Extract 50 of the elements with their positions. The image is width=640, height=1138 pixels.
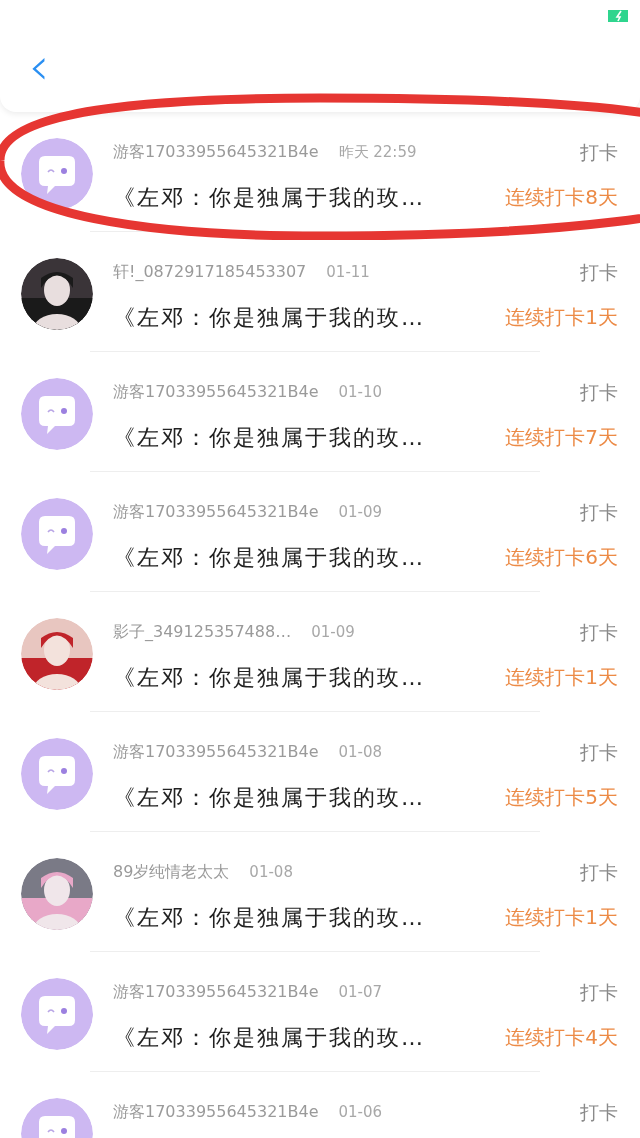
back-button[interactable]: ‹ <box>24 40 54 92</box>
streak-label: 连续打卡8天 <box>505 184 618 211</box>
user-name: 游客17033955645321B4e <box>113 381 319 404</box>
check-in-label: 打卡 <box>580 140 618 165</box>
streak-label: 连续打卡4天 <box>505 1024 618 1051</box>
streak-label: 连续打卡7天 <box>505 424 618 451</box>
streak-label: 连续打卡1天 <box>505 904 618 931</box>
chat-bubble-avatar-icon <box>21 978 93 1050</box>
chat-bubble-avatar-icon <box>21 498 93 570</box>
user-name: 游客17033955645321B4e <box>113 141 319 164</box>
check-in-label: 打卡 <box>580 1100 618 1125</box>
user-name: 游客17033955645321B4e <box>113 1101 319 1124</box>
user-name: 89岁纯情老太太 <box>113 861 230 884</box>
post-title: 《左邓：你是独属于我的玫… <box>113 663 425 692</box>
chat-bubble-avatar-icon <box>21 138 93 210</box>
check-in-label: 打卡 <box>580 500 618 525</box>
post-time: 01-08 <box>249 862 293 883</box>
streak-label: 连续打卡6天 <box>505 544 618 571</box>
user-name: 轩!_0872917185453307 <box>113 261 307 284</box>
chat-bubble-avatar-icon <box>21 378 93 450</box>
post-title: 《左邓：你是独属于我的玫… <box>113 903 425 932</box>
check-in-label: 打卡 <box>580 380 618 405</box>
check-in-label: 打卡 <box>580 620 618 645</box>
check-in-label: 打卡 <box>580 980 618 1005</box>
post-title: 《左邓：你是独属于我的玫… <box>113 1023 425 1052</box>
post-title: 《左邓：你是独属于我的玫… <box>113 183 425 212</box>
post-title: 《左邓：你是独属于我的玫… <box>113 543 425 572</box>
post-time: 01-06 <box>338 1102 383 1123</box>
post-time: 01-09 <box>338 502 383 523</box>
streak-label: 连续打卡1天 <box>505 304 618 331</box>
post-time: 昨天 22:59 <box>338 142 417 163</box>
user-name: 游客17033955645321B4e <box>113 981 319 1004</box>
battery-icon <box>608 10 628 22</box>
streak-label: 连续打卡5天 <box>505 784 618 811</box>
check-in-label: 打卡 <box>580 260 618 285</box>
post-time: 01-07 <box>338 982 383 1003</box>
post-time: 01-11 <box>326 262 370 283</box>
chat-bubble-avatar-icon <box>21 738 93 810</box>
post-title: 《左邓：你是独属于我的玫… <box>113 303 425 332</box>
post-time: 01-08 <box>338 742 383 763</box>
post-time: 01-09 <box>311 622 355 643</box>
user-name: 游客17033955645321B4e <box>113 501 319 524</box>
streak-label: 连续打卡1天 <box>505 664 618 691</box>
post-title: 《左邓：你是独属于我的玫… <box>113 783 425 812</box>
user-name: 影子_349125357488… <box>113 621 292 644</box>
check-in-label: 打卡 <box>580 740 618 765</box>
check-in-label: 打卡 <box>580 860 618 885</box>
post-time: 01-10 <box>338 382 383 403</box>
post-title: 《左邓：你是独属于我的玫… <box>113 423 425 452</box>
user-name: 游客17033955645321B4e <box>113 741 319 764</box>
